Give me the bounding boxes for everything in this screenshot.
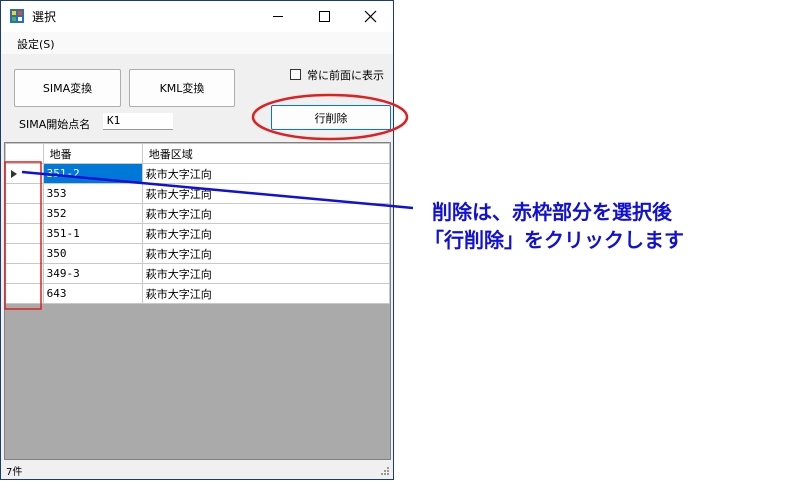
always-on-top-label: 常に前面に表示 <box>307 69 384 82</box>
area-cell[interactable]: 萩市大字江向 <box>141 263 391 284</box>
row-header[interactable] <box>5 283 44 304</box>
area-cell[interactable]: 萩市大字江向 <box>141 243 391 264</box>
annotation-line-2: 「行削除」をクリックします <box>424 228 684 252</box>
area-cell[interactable]: 萩市大字江向 <box>141 163 391 184</box>
table-row[interactable]: 353 萩市大字江向 <box>5 183 391 204</box>
menu-bar: 設定(S) <box>1 32 393 54</box>
area-cell[interactable]: 萩市大字江向 <box>141 203 391 224</box>
always-on-top-checkbox[interactable] <box>290 69 301 80</box>
lot-cell[interactable]: 643 <box>42 283 143 304</box>
row-header-corner <box>5 143 44 164</box>
area-cell[interactable]: 萩市大字江向 <box>141 183 391 204</box>
lot-cell[interactable]: 351-1 <box>42 223 143 244</box>
lot-cell[interactable]: 350 <box>42 243 143 264</box>
maximize-icon[interactable] <box>301 1 347 32</box>
lot-cell[interactable]: 352 <box>42 203 143 224</box>
row-header[interactable] <box>5 263 44 284</box>
sima-convert-button[interactable]: SIMA変換 <box>14 69 121 107</box>
table-row[interactable]: 351-2 萩市大字江向 <box>5 163 391 184</box>
app-icon <box>10 9 24 23</box>
row-header[interactable] <box>5 203 44 224</box>
lot-cell[interactable]: 353 <box>42 183 143 204</box>
record-count: 7件 <box>6 467 23 478</box>
sima-start-label: SIMA開始点名 <box>19 118 91 131</box>
lot-cell[interactable]: 349-3 <box>42 263 143 284</box>
status-bar: 7件 <box>1 460 393 479</box>
row-header[interactable] <box>5 243 44 264</box>
table-row[interactable]: 643 萩市大字江向 <box>5 283 391 304</box>
column-header-area[interactable]: 地番区域 <box>141 143 391 164</box>
lot-cell[interactable]: 351-2 <box>42 163 143 184</box>
title-bar: 選択 <box>1 1 393 32</box>
table-row[interactable]: 352 萩市大字江向 <box>5 203 391 224</box>
delete-row-button[interactable]: 行削除 <box>271 105 391 130</box>
current-row-arrow-icon <box>11 170 17 178</box>
area-cell[interactable]: 萩市大字江向 <box>141 283 391 304</box>
lot-table: 地番 地番区域 351-2 萩市大字江向 353 萩市大字江向 352 萩市大字… <box>5 143 391 304</box>
row-header[interactable] <box>5 183 44 204</box>
selection-window: 選択 設定(S) SIMA変換 KML変換 常に前面に表示 行削除 SIMA開始… <box>0 0 394 480</box>
grid-header-row: 地番 地番区域 <box>5 143 391 164</box>
table-row[interactable]: 349-3 萩市大字江向 <box>5 263 391 284</box>
menu-settings[interactable]: 設定(S) <box>17 36 55 52</box>
column-header-lot[interactable]: 地番 <box>42 143 143 164</box>
table-row[interactable]: 351-1 萩市大字江向 <box>5 223 391 244</box>
annotation-line-1: 削除は、赤枠部分を選択後 <box>432 200 672 224</box>
table-row[interactable]: 350 萩市大字江向 <box>5 243 391 264</box>
kml-convert-button[interactable]: KML変換 <box>129 69 235 107</box>
area-cell[interactable]: 萩市大字江向 <box>141 223 391 244</box>
sima-start-input[interactable]: K1 <box>103 113 173 130</box>
close-icon[interactable] <box>347 1 393 32</box>
row-header[interactable] <box>5 163 44 184</box>
lot-grid: 地番 地番区域 351-2 萩市大字江向 353 萩市大字江向 352 萩市大字… <box>4 142 391 460</box>
resize-grip-icon[interactable] <box>381 467 390 476</box>
row-header[interactable] <box>5 223 44 244</box>
minimize-icon[interactable] <box>255 1 301 32</box>
window-title: 選択 <box>32 10 57 24</box>
